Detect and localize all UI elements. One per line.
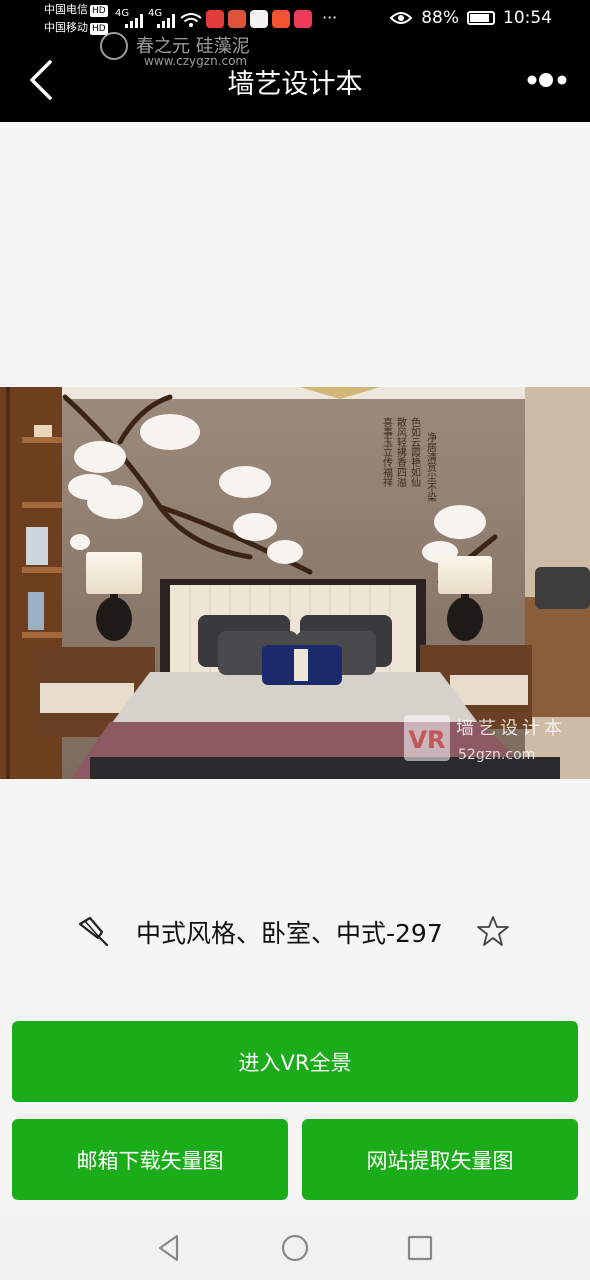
lamp-right [438, 556, 492, 594]
status-bar: 中国电信 HD 中国移动 HD 4G 4G ··· 88% 10:54 [0, 0, 590, 40]
poem-line: 散风轻拂香四溢 [395, 416, 407, 487]
favorite-button[interactable] [476, 914, 510, 948]
nav-home-button[interactable] [280, 1232, 310, 1264]
app-notification-icon [206, 10, 224, 28]
app-notification-icon [228, 10, 246, 28]
circle-home-icon [281, 1234, 309, 1262]
battery-level [470, 14, 490, 22]
battery-percent: 88% [421, 8, 459, 28]
system-nav-bar [0, 1216, 590, 1280]
title-bar: 春之元 硅藻泥 www.czygzn.com 墙艺设计本 [0, 32, 590, 122]
window-cushion [535, 567, 590, 609]
hd-badge: HD [90, 5, 108, 17]
lamp-left [86, 552, 142, 594]
triangle-back-icon [158, 1234, 179, 1262]
clock: 10:54 [503, 8, 552, 28]
poem-line: 净居清赏尘不染 [425, 431, 437, 503]
more-button[interactable] [524, 68, 572, 92]
more-notifications: ··· [322, 8, 338, 27]
design-caption: 中式风格、卧室、中式-297 [136, 919, 443, 948]
nav-back-button[interactable] [155, 1232, 183, 1264]
nav-recents-button[interactable] [406, 1232, 434, 1264]
square-recents-icon [407, 1235, 433, 1261]
more-dots-icon [527, 73, 567, 87]
hd-badge: HD [90, 23, 108, 35]
pin-icon [78, 916, 109, 947]
wifi-icon [180, 13, 202, 27]
notification-icons [206, 10, 312, 28]
carrier-1: 中国电信 HD [44, 3, 108, 17]
app-notification-icon [272, 10, 290, 28]
watermark-seal [100, 32, 128, 60]
poem-line: 喜事玉立传福祥 [381, 416, 393, 488]
vr-logo-text: VR [408, 726, 445, 754]
caption-row: 中式风格、卧室、中式-297 [0, 900, 590, 964]
app-notification-icon [294, 10, 312, 28]
ceiling [0, 387, 590, 399]
page-title: 墙艺设计本 [227, 69, 363, 100]
carrier-2: 中国移动 HD [44, 21, 108, 35]
vr-logo-name: 墙艺设计本 [456, 718, 566, 739]
signal-icon [157, 14, 175, 28]
vr-logo-url: 52gzn.com [458, 747, 535, 763]
enter-vr-button[interactable]: 进入VR全景 [12, 1021, 578, 1102]
eye-icon [389, 12, 413, 24]
battery-icon [467, 11, 495, 25]
app-notification-icon [250, 10, 268, 28]
website-extract-button[interactable]: 网站提取矢量图 [302, 1119, 578, 1200]
signal-icon [125, 14, 143, 28]
star-icon [477, 916, 509, 946]
bedroom-photo[interactable]: 净居清赏尘不染 色如云霞艳如仙 散风轻拂香四溢 喜事玉立传福祥 VR 墙艺设计本… [0, 387, 590, 779]
poem-line: 色如云霞艳如仙 [409, 416, 421, 487]
email-download-button[interactable]: 邮箱下载矢量图 [12, 1119, 288, 1200]
